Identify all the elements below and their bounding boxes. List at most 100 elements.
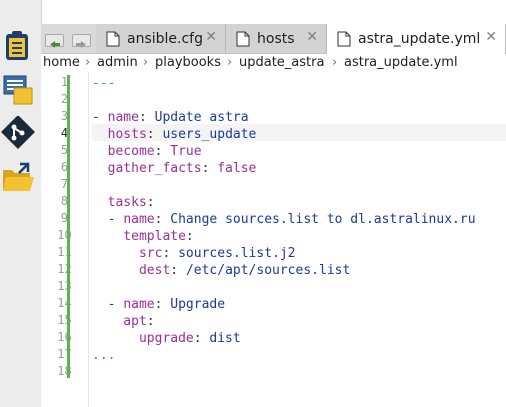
close-icon[interactable]: ✕ <box>205 29 217 45</box>
breadcrumb-separator: › <box>332 55 338 70</box>
line-number: 4 <box>60 126 69 140</box>
code-token: - <box>92 297 124 312</box>
file-icon <box>236 31 250 47</box>
code-token: : <box>154 144 171 159</box>
code-line[interactable]: - name: Update astra <box>92 109 249 126</box>
code-line[interactable]: tasks: <box>92 194 155 211</box>
code-token: Change sources.list to dl.astralinux.ru <box>170 212 476 227</box>
line-number: 7 <box>60 177 69 191</box>
code-line[interactable]: gather_facts: false <box>92 160 257 177</box>
breadcrumb-separator: › <box>227 55 233 70</box>
code-token: dist <box>209 331 241 346</box>
code-token: gather_facts <box>92 161 202 176</box>
code-token: become <box>92 144 155 159</box>
activity-bar <box>0 0 42 407</box>
code-token: : <box>162 246 179 261</box>
tab-label: ansible.cfg <box>127 31 203 47</box>
breadcrumb-separator: › <box>143 55 149 70</box>
breadcrumb-item-astra-update-yml[interactable]: astra_update.yml <box>344 55 458 70</box>
project-panel-button[interactable] <box>0 28 36 64</box>
filesystem-panel-button[interactable] <box>0 160 36 196</box>
file-icon <box>106 31 120 47</box>
breadcrumb-item-home[interactable]: home <box>43 55 80 70</box>
code-token: : <box>193 331 210 346</box>
line-number: 8 <box>60 194 69 208</box>
arrow-right-icon <box>76 41 86 48</box>
code-line[interactable]: apt: <box>92 313 155 330</box>
code-token: hosts <box>92 127 147 142</box>
line-number: 6 <box>60 160 69 174</box>
line-number: 14 <box>57 296 72 310</box>
breadcrumb-item-admin[interactable]: admin <box>97 55 138 70</box>
line-number: 17 <box>57 347 72 361</box>
documents-panel-button[interactable] <box>0 72 36 108</box>
code-token: - <box>92 212 124 227</box>
code-token: dest <box>92 263 171 278</box>
code-token: template <box>92 229 186 244</box>
code-token: tasks <box>92 195 147 210</box>
code-token: name <box>123 212 155 227</box>
code-token: : <box>201 161 218 176</box>
tab-ansible-cfg[interactable]: ansible.cfg ✕ <box>96 24 226 53</box>
clipboard-icon <box>6 31 28 60</box>
line-number: 3 <box>60 109 69 123</box>
code-token: --- <box>92 76 116 91</box>
line-number: 13 <box>57 279 72 293</box>
git-icon <box>1 115 35 149</box>
line-number: 11 <box>57 245 72 259</box>
code-token: : <box>146 195 155 210</box>
code-token: apt <box>92 314 147 329</box>
file-icon <box>337 31 351 47</box>
code-token: false <box>217 161 257 176</box>
code-token: : <box>146 127 163 142</box>
code-line[interactable]: hosts: users_update <box>92 126 257 143</box>
code-token: name <box>123 297 155 312</box>
line-number: 2 <box>60 92 69 106</box>
code-token: /etc/apt/sources.list <box>185 263 351 278</box>
code-token: upgrade <box>92 331 194 346</box>
code-editor[interactable]: --- - name: Update astra hosts: users_upd… <box>92 72 506 407</box>
modified-lines-marker <box>67 75 70 378</box>
code-token: : <box>138 110 155 125</box>
tab-hosts[interactable]: hosts ✕ <box>226 24 327 53</box>
line-number-gutter: 1 2 3 4 5 6 7 8 9 10 11 12 13 14 15 16 17 18 <box>41 72 89 407</box>
code-token: : <box>154 297 171 312</box>
code-line[interactable]: - name: Change sources.list to dl.astral… <box>92 211 476 228</box>
code-line[interactable]: become: True <box>92 143 202 160</box>
code-line[interactable]: src: sources.list.j2 <box>92 245 296 262</box>
line-number: 18 <box>57 364 72 378</box>
code-line[interactable]: - name: Upgrade <box>92 296 225 313</box>
line-number: 9 <box>60 211 69 225</box>
line-number: 10 <box>57 228 72 242</box>
code-token: : <box>170 263 186 278</box>
breadcrumb-item-update-astra[interactable]: update_astra <box>239 55 324 70</box>
nav-back-button[interactable] <box>45 34 64 48</box>
code-line[interactable]: --- <box>92 75 115 92</box>
nav-forward-button[interactable] <box>72 34 91 48</box>
code-token: : <box>185 229 194 244</box>
code-token: : <box>154 212 171 227</box>
tab-label: astra_update.yml <box>358 31 481 47</box>
line-number: 12 <box>57 262 72 276</box>
tab-label: hosts <box>257 31 295 47</box>
code-line[interactable]: template: <box>92 228 194 245</box>
code-line[interactable]: dest: /etc/apt/sources.list <box>92 262 350 279</box>
line-number: 16 <box>57 330 72 344</box>
folder-icon <box>3 162 34 191</box>
code-token: Update astra <box>154 110 249 125</box>
code-token: users_update <box>162 127 257 142</box>
breadcrumb-item-playbooks[interactable]: playbooks <box>155 55 221 70</box>
code-token: name <box>107 110 139 125</box>
git-panel-button[interactable] <box>0 115 36 152</box>
line-number: 1 <box>60 75 69 89</box>
code-token: ... <box>92 348 116 363</box>
close-icon[interactable]: ✕ <box>306 29 318 45</box>
tab-astra-update-yml[interactable]: astra_update.yml ✕ <box>327 24 506 54</box>
close-icon[interactable]: ✕ <box>485 29 497 45</box>
documents-icon <box>3 75 33 105</box>
code-line[interactable]: upgrade: dist <box>92 330 241 347</box>
line-number: 5 <box>60 143 69 157</box>
code-token: : <box>146 314 155 329</box>
code-line[interactable]: ... <box>92 347 115 364</box>
code-token: True <box>170 144 202 159</box>
